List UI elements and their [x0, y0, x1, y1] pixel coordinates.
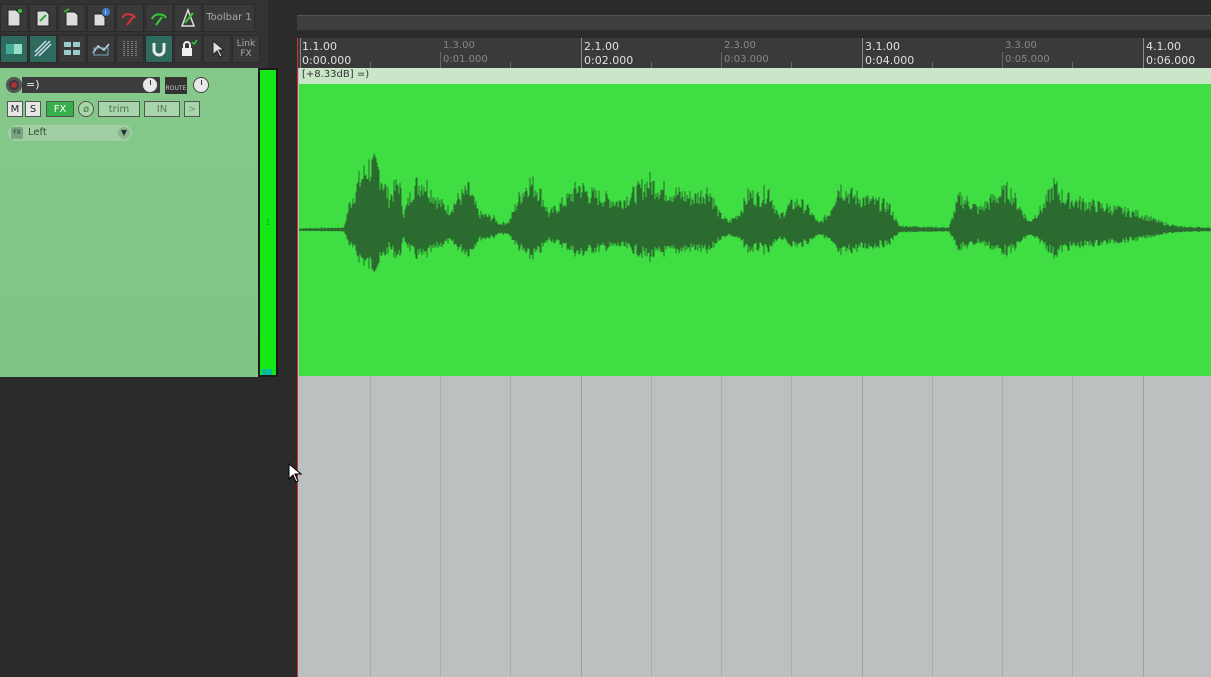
pan-mode-icon: FX [11, 127, 23, 139]
media-item[interactable]: [+8.33dB] =) [299, 68, 1211, 376]
main-toolbar: i Toolbar 1 Link FX [0, 0, 268, 68]
arrange-view[interactable]: [+8.33dB] =) [297, 68, 1211, 677]
automation-mode-label: trim [108, 103, 130, 115]
ruler-bar-label: 4.1.00 [1146, 40, 1181, 53]
ruler-time-label-minor: 0:03.000 [724, 54, 769, 65]
snap-magnet-icon[interactable] [145, 35, 173, 63]
ruler-bar-label-minor: 3.3.00 [1005, 40, 1037, 51]
ruler-tick-minor [721, 52, 722, 68]
pan-knob[interactable] [193, 77, 209, 93]
waveform [299, 153, 1211, 273]
solo-button[interactable]: S [25, 101, 41, 117]
ruler-tick-minor [1002, 52, 1003, 68]
new-project-icon[interactable] [0, 4, 28, 32]
open-project-icon[interactable] [29, 4, 57, 32]
ruler-bar-label: 3.1.00 [865, 40, 900, 53]
undo-icon[interactable] [116, 4, 144, 32]
chevron-down-icon[interactable]: ▼ [118, 127, 130, 139]
automation-mode-button[interactable]: trim [98, 101, 140, 117]
mouse-pointer-icon [288, 463, 302, 483]
link-fx-button[interactable]: Link FX [232, 35, 260, 63]
ruler-time-label: 0:06.000 [1146, 54, 1196, 67]
ruler-bar-label: 1.1.00 [302, 40, 337, 53]
auto-crossfade-icon[interactable] [0, 35, 28, 63]
media-item-header[interactable]: [+8.33dB] =) [299, 68, 1211, 84]
edit-cursor [297, 38, 298, 677]
meter-indicator [262, 369, 272, 375]
mute-button[interactable]: M [7, 101, 23, 117]
fx-button[interactable]: FX [46, 101, 74, 117]
ruler-time-label-minor: 0:01.000 [443, 54, 488, 65]
input-button[interactable]: IN [144, 101, 180, 117]
ruler-time-label: 0:02.000 [584, 54, 634, 67]
phase-invert-icon[interactable]: ø [78, 101, 94, 117]
ruler-bar-label: 2.1.00 [584, 40, 619, 53]
project-info-icon[interactable]: i [87, 4, 115, 32]
input-label: IN [156, 103, 168, 115]
toolbar-name[interactable]: Toolbar 1 [203, 4, 255, 32]
send-icon[interactable]: > [184, 101, 200, 117]
ruler-time-label: 0:04.000 [865, 54, 915, 67]
redo-icon[interactable] [145, 4, 173, 32]
record-arm-button[interactable] [6, 77, 22, 93]
grid-icon[interactable] [116, 35, 144, 63]
ruler-time-label: 0:00.000 [302, 54, 352, 67]
track-number: 1 [265, 218, 271, 227]
route-button[interactable]: ROUTE [165, 77, 187, 94]
track-name-field[interactable]: =) [22, 77, 160, 93]
pan-mode-value: Left [28, 127, 47, 138]
ruler-bar-label-minor: 1.3.00 [443, 40, 475, 51]
link-fx-line2: FX [240, 49, 252, 59]
pan-mode-select[interactable]: FX Left ▼ [8, 125, 132, 141]
ruler-time-label-minor: 0:05.000 [1005, 54, 1050, 65]
ruler-tick-major [862, 38, 863, 68]
media-item-label: [+8.33dB] =) [302, 69, 370, 80]
envelope-points-icon[interactable] [87, 35, 115, 63]
lock-icon[interactable] [174, 35, 202, 63]
save-project-icon[interactable] [58, 4, 86, 32]
ruler-tick-major [581, 38, 582, 68]
horizontal-scrollbar[interactable] [297, 15, 1211, 30]
grouping-icon[interactable] [58, 35, 86, 63]
volume-knob[interactable] [142, 77, 158, 93]
ruler-tick-major [1143, 38, 1144, 68]
track-control-panel[interactable]: =) ROUTE M S FX ø trim IN > FX Left ▼ [0, 68, 258, 377]
link-fx-line1: Link [236, 39, 256, 49]
track-meter[interactable]: 1 [258, 68, 278, 377]
ruler-tick-major [300, 38, 301, 68]
tcp-empty-area[interactable] [0, 377, 297, 677]
ripple-edit-icon[interactable] [29, 35, 57, 63]
ruler-tick-minor [440, 52, 441, 68]
metronome-icon[interactable] [174, 4, 202, 32]
timeline-ruler[interactable]: 1.1.00 0:00.000 2.1.00 0:02.000 3.1.00 0… [297, 38, 1211, 68]
cursor-icon[interactable] [203, 35, 231, 63]
ruler-bar-label-minor: 2.3.00 [724, 40, 756, 51]
